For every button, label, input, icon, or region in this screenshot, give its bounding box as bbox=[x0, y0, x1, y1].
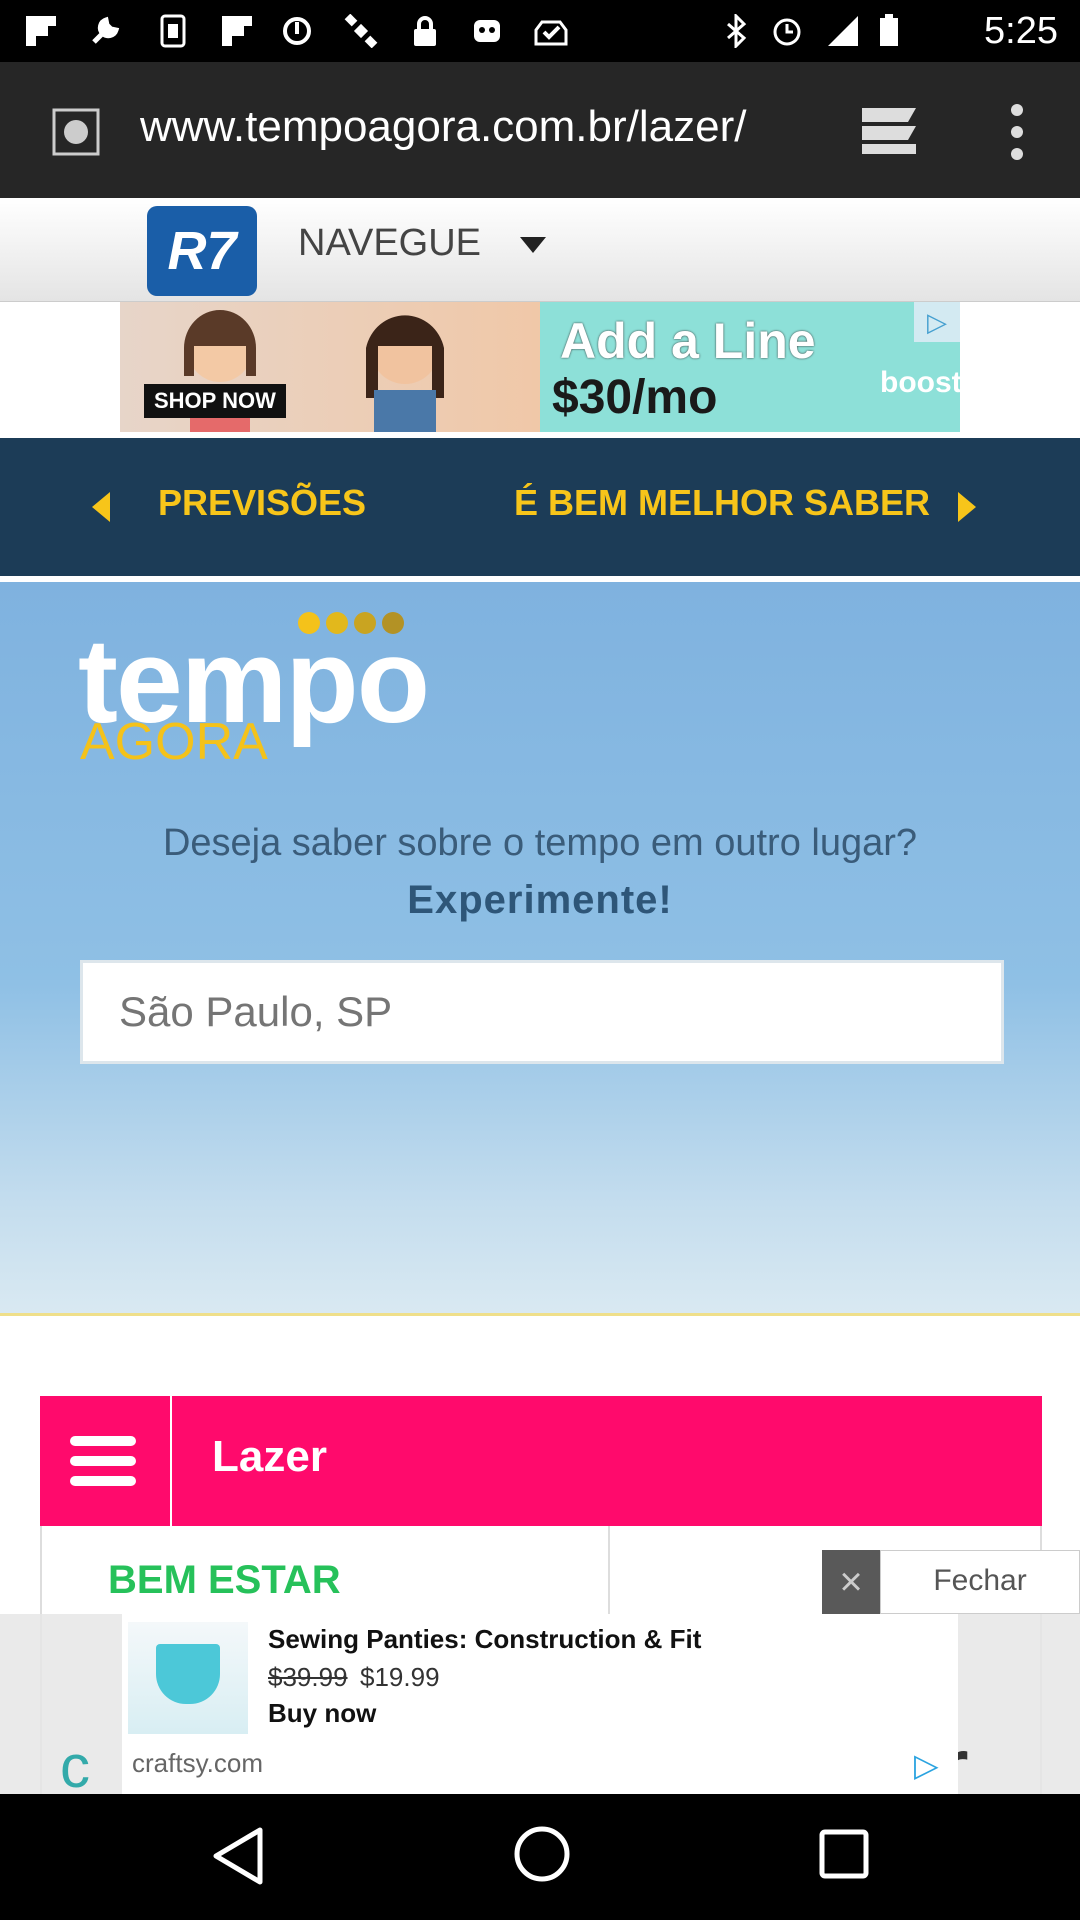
location-search-input[interactable] bbox=[80, 960, 1004, 1064]
background-text-fragment: c bbox=[60, 1733, 90, 1794]
hamburger-icon bbox=[70, 1436, 136, 1446]
ad-old-price: $39.99 bbox=[268, 1662, 348, 1692]
section-menu-button[interactable] bbox=[40, 1396, 172, 1526]
battery-icon bbox=[880, 14, 898, 46]
status-time: 5:25 bbox=[984, 10, 1058, 52]
home-icon[interactable] bbox=[512, 1824, 572, 1884]
system-nav-bar bbox=[0, 1794, 1080, 1920]
sim-icon bbox=[160, 14, 186, 48]
forecast-nav-strip: PREVISÕES É BEM MELHOR SABER bbox=[0, 438, 1080, 576]
category-label[interactable]: BEM ESTAR bbox=[108, 1558, 341, 1603]
inbox-check-icon bbox=[534, 20, 568, 46]
flipboard-icon bbox=[26, 16, 56, 46]
satellite-icon bbox=[344, 14, 378, 48]
overflow-menu-icon[interactable] bbox=[1002, 102, 1032, 162]
hamburger-icon bbox=[70, 1456, 136, 1466]
alarm-icon bbox=[773, 18, 801, 46]
flipboard-icon bbox=[222, 16, 252, 46]
navegue-menu[interactable]: NAVEGUE bbox=[298, 222, 548, 265]
caret-down-icon bbox=[519, 236, 546, 253]
bluetooth-icon bbox=[727, 14, 747, 48]
sync-icon bbox=[283, 17, 311, 45]
ad-choices-icon[interactable]: ▷ bbox=[914, 302, 960, 342]
bottom-ad[interactable]: Sewing Panties: Construction & Fit $39.9… bbox=[122, 1614, 958, 1794]
weather-search-hero: tempo AGORA Deseja saber sobre o tempo e… bbox=[0, 582, 1080, 1316]
section-header: Lazer bbox=[40, 1396, 1042, 1526]
ad-choices-icon[interactable]: ▷ bbox=[914, 1746, 952, 1783]
status-bar: 5:25 bbox=[0, 0, 1080, 62]
browser-toolbar: www.tempoagora.com.br/lazer/ bbox=[0, 62, 1080, 260]
close-ad-button[interactable]: Fechar bbox=[880, 1550, 1080, 1614]
hamburger-icon bbox=[70, 1476, 136, 1486]
signal-icon bbox=[828, 16, 858, 46]
navegue-label: NAVEGUE bbox=[298, 222, 482, 264]
ad-photo: SHOP NOW bbox=[120, 302, 540, 432]
robot-icon bbox=[474, 20, 500, 42]
ad-product-image bbox=[128, 1622, 248, 1734]
ad-brand: boost bbox=[880, 366, 960, 399]
buy-now-link[interactable]: Buy now bbox=[268, 1698, 376, 1729]
arrow-left-icon[interactable] bbox=[92, 492, 110, 522]
close-ad-icon[interactable]: × bbox=[822, 1550, 880, 1614]
wrench-icon bbox=[92, 16, 120, 44]
section-title: Lazer bbox=[212, 1432, 327, 1481]
tabs-icon[interactable] bbox=[858, 102, 922, 158]
r7-header: R7 NAVEGUE bbox=[0, 198, 1080, 302]
back-icon[interactable] bbox=[212, 1826, 264, 1886]
ad-price: $30/mo bbox=[552, 371, 718, 424]
ad-product-title[interactable]: Sewing Panties: Construction & Fit bbox=[268, 1624, 701, 1655]
ad-domain: craftsy.com bbox=[132, 1748, 263, 1778]
ad-title: Add a Line bbox=[560, 313, 816, 369]
recents-icon[interactable] bbox=[818, 1828, 870, 1880]
previsoes-link[interactable]: PREVISÕES bbox=[158, 482, 366, 524]
web-page: R7 NAVEGUE SHOP NOW Add a Line $30/mo bo… bbox=[0, 198, 1080, 1794]
search-prompt: Deseja saber sobre o tempo em outro luga… bbox=[162, 822, 918, 864]
person-illustration bbox=[366, 315, 444, 432]
tempo-agora-logo-sub: AGORA bbox=[80, 713, 268, 771]
search-cta: Experimente! bbox=[407, 878, 673, 922]
top-ad-banner[interactable]: SHOP NOW Add a Line $30/mo boost ▷ bbox=[120, 302, 960, 432]
ad-new-price: $19.99 bbox=[360, 1662, 440, 1692]
r7-logo[interactable]: R7 bbox=[147, 206, 257, 296]
bem-melhor-saber-link[interactable]: É BEM MELHOR SABER bbox=[514, 482, 930, 524]
lock-icon bbox=[414, 16, 436, 46]
url-field[interactable]: www.tempoagora.com.br/lazer/ bbox=[140, 102, 805, 162]
arrow-right-icon[interactable] bbox=[958, 492, 976, 522]
site-info-icon[interactable] bbox=[52, 108, 100, 156]
shop-now-button[interactable]: SHOP NOW bbox=[144, 384, 286, 418]
